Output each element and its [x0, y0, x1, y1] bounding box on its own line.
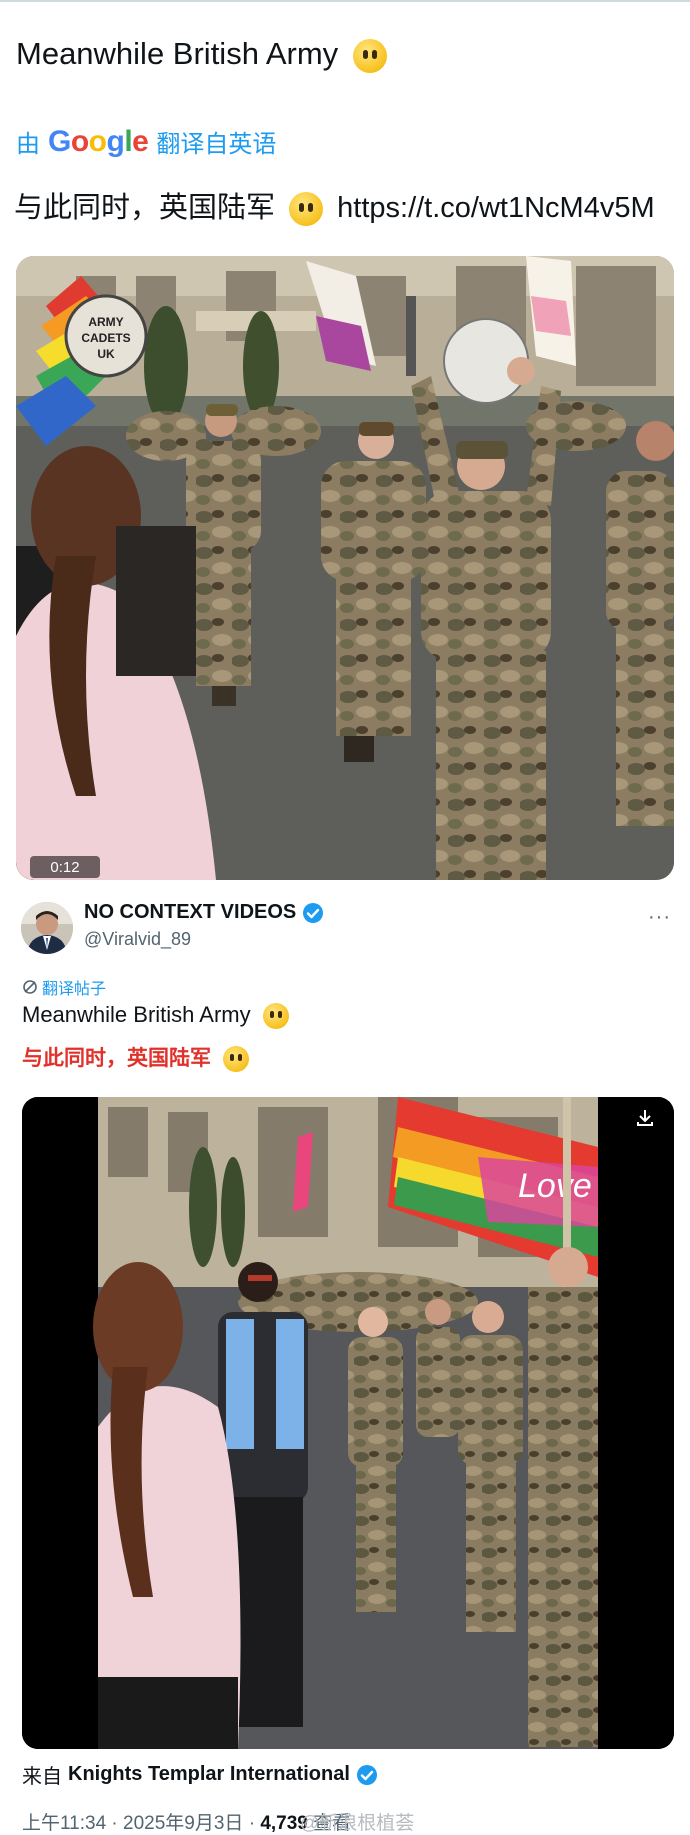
quoted-text-cn-content: 与此同时，英国陆军: [22, 1047, 211, 1070]
post-text: Meanwhile British Army: [16, 36, 387, 73]
video-frame-parade: ARMY CADETS UK 0:12: [16, 256, 674, 880]
svg-text:UK: UK: [97, 347, 115, 361]
quoted-author[interactable]: NO CONTEXT VIDEOS: [84, 901, 324, 924]
watermark: @新浪根植荟: [300, 1813, 415, 1834]
verified-badge-icon: [356, 1764, 377, 1785]
quoted-video[interactable]: Love: [22, 1097, 674, 1749]
quoted-handle[interactable]: @Viralvid_89: [84, 929, 191, 950]
translate-icon: [23, 980, 37, 994]
timestamp: 上午11:34 · 2025年9月3日 ·: [22, 1813, 261, 1834]
from-name[interactable]: Knights Templar International: [68, 1763, 350, 1786]
translate-post-label: 翻译帖子: [42, 981, 107, 998]
translate-prefix: 由: [16, 131, 40, 158]
translated-text: 与此同时，英国陆军 https://t.co/wt1NcM4v5M: [14, 184, 655, 227]
translate-post-link[interactable]: 翻译帖子: [22, 975, 106, 999]
post-video[interactable]: ARMY CADETS UK 0:12: [16, 256, 674, 880]
translation-attribution[interactable]: 由 Google 翻译自英语: [16, 124, 276, 159]
translated-text-content: 与此同时，英国陆军: [14, 192, 276, 224]
avatar[interactable]: [21, 902, 73, 954]
emoji-face-icon: [289, 192, 324, 227]
emoji-face-icon: [222, 1046, 249, 1073]
source-attribution[interactable]: 来自 Knights Templar International: [22, 1760, 378, 1789]
sign-text: ARMY: [88, 315, 123, 329]
video-time: 0:12: [50, 859, 79, 876]
quoted-text-cn: 与此同时，英国陆军: [22, 1042, 249, 1073]
flag-text: Love: [518, 1167, 592, 1205]
top-divider: [0, 0, 690, 2]
svg-text:CADETS: CADETS: [81, 331, 130, 345]
translate-suffix: 翻译自英语: [156, 131, 277, 158]
emoji-face-icon: [262, 1003, 289, 1030]
verified-badge-icon: [303, 902, 324, 923]
video-frame-march: Love: [22, 1097, 674, 1749]
post-text-content: Meanwhile British Army: [16, 36, 339, 71]
download-icon[interactable]: [634, 1107, 656, 1129]
from-prefix: 来自: [22, 1766, 62, 1788]
post-link[interactable]: https://t.co/wt1NcM4v5M: [337, 192, 655, 224]
emoji-face-icon: [352, 38, 387, 73]
more-icon[interactable]: ···: [648, 906, 671, 929]
quoted-text-en: Meanwhile British Army: [22, 1002, 289, 1030]
google-logo-icon: Google: [48, 124, 149, 158]
quoted-author-name: NO CONTEXT VIDEOS: [84, 901, 297, 923]
quoted-text-en-content: Meanwhile British Army: [22, 1002, 251, 1027]
